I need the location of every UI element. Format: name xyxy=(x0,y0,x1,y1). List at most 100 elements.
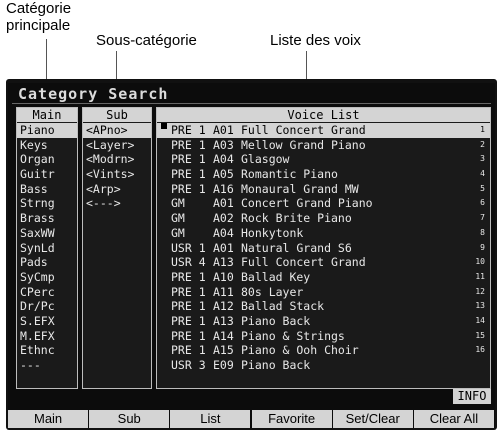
voice-index: 3 xyxy=(480,154,485,164)
function-key-favorite[interactable]: Favorite xyxy=(251,410,333,428)
voice-index: 5 xyxy=(480,183,485,193)
voice-name: Monaural Grand MW xyxy=(241,181,359,196)
voice-list-row[interactable]: GM A04 Honkytonk 8 xyxy=(157,226,490,241)
main-category-item[interactable]: Bass xyxy=(17,182,77,197)
voice-list-row[interactable]: GM A01 Concert Grand Piano 6 xyxy=(157,196,490,211)
voice-index: 15 xyxy=(475,330,485,340)
voice-index: 9 xyxy=(480,242,485,252)
voice-index: 2 xyxy=(480,139,485,149)
voice-index: 6 xyxy=(480,198,485,208)
voice-bank: PRE 1 xyxy=(171,328,206,343)
voice-list-row[interactable]: PRE 1 A03 Mellow Grand Piano 2 xyxy=(157,138,490,153)
voice-bank: GM xyxy=(171,196,185,211)
function-key-set-clear[interactable]: Set/Clear xyxy=(332,410,414,428)
voice-name: Concert Grand Piano xyxy=(241,196,373,211)
voice-list-row[interactable]: PRE 1 A14 Piano & Strings 15 xyxy=(157,329,490,344)
info-button[interactable]: INFO xyxy=(453,389,491,404)
voice-number: A13 xyxy=(213,313,234,328)
voice-bank: GM xyxy=(171,211,185,226)
main-category-list: Piano Keys Organ Guitr Bass Strng Brass SaxWW Sy… xyxy=(17,123,77,373)
voice-list-row[interactable]: PRE 1 A16 Monaural Grand MW 5 xyxy=(157,182,490,197)
voice-index: 4 xyxy=(480,169,485,179)
voice-number: A13 xyxy=(213,255,234,270)
voice-name: Piano Back xyxy=(241,358,311,372)
main-category-item[interactable]: M.EFX xyxy=(17,329,77,344)
voice-name: 80s Layer xyxy=(241,284,304,299)
function-key-main[interactable]: Main xyxy=(8,410,90,428)
voice-list-row[interactable]: PRE 1 A10 Ballad Key 11 xyxy=(157,270,490,285)
main-category-item[interactable]: Piano xyxy=(17,123,77,138)
voice-index: 7 xyxy=(480,213,485,223)
voice-list-row[interactable]: GM A02 Rock Brite Piano 7 xyxy=(157,211,490,226)
voice-list-row[interactable]: USR 3 E09 Piano Back xyxy=(157,358,490,373)
voice-list-row[interactable]: USR 1 A01 Natural Grand S6 9 xyxy=(157,241,490,256)
main-category-header: Main xyxy=(17,108,77,122)
sub-category-item[interactable]: <APno> xyxy=(83,123,151,138)
voice-number: A14 xyxy=(213,328,234,343)
main-category-item[interactable]: Guitr xyxy=(17,167,77,182)
voice-index: 1 xyxy=(480,125,485,134)
voice-name: Piano & Ooh Choir xyxy=(241,343,359,358)
voice-bank: USR 4 xyxy=(171,255,206,270)
voice-bank: PRE 1 xyxy=(171,152,206,167)
main-category-item[interactable]: SynLd xyxy=(17,241,77,256)
sub-category-item[interactable]: <---> xyxy=(83,196,151,211)
voice-index: 11 xyxy=(475,271,485,281)
voice-list-row[interactable]: PRE 1 A13 Piano Back 14 xyxy=(157,314,490,329)
voice-list-row[interactable]: USR 4 A13 Full Concert Grand 10 xyxy=(157,255,490,270)
voice-list-row[interactable]: PRE 1 A11 80s Layer 12 xyxy=(157,285,490,300)
instrument-screen: Category Search Main Piano Keys Organ Guitr… xyxy=(6,79,497,430)
main-category-item[interactable]: SaxWW xyxy=(17,226,77,241)
voice-bank: PRE 1 xyxy=(171,137,206,152)
sub-category-item[interactable]: <Vints> xyxy=(83,167,151,182)
main-category-item[interactable]: Keys xyxy=(17,138,77,153)
voice-list-row[interactable]: PRE 1 A04 Glasgow 3 xyxy=(157,152,490,167)
function-key-sub[interactable]: Sub xyxy=(89,410,171,428)
voice-index: 8 xyxy=(480,227,485,237)
voice-index: 13 xyxy=(475,301,485,311)
voice-bank: USR 3 xyxy=(171,358,206,372)
voice-bank: PRE 1 xyxy=(171,167,206,182)
main-category-item[interactable]: Organ xyxy=(17,152,77,167)
voice-number: A16 xyxy=(213,181,234,196)
main-category-item[interactable]: --- xyxy=(17,358,77,373)
voice-name: Piano Back xyxy=(241,313,311,328)
main-category-item[interactable]: S.EFX xyxy=(17,314,77,329)
voice-list-row[interactable]: PRE 1 A01 Full Concert Grand 1 xyxy=(157,123,490,138)
sub-category-panel[interactable]: Sub <APno> <Layer> <Modrn> <Vints> <Arp> <---… xyxy=(82,107,152,389)
voice-name: Mellow Grand Piano xyxy=(241,137,366,152)
voice-list-row[interactable]: PRE 1 A15 Piano & Ooh Choir 16 xyxy=(157,343,490,358)
voice-number: A01 xyxy=(213,123,234,137)
sub-category-list: <APno> <Layer> <Modrn> <Vints> <Arp> <---> xyxy=(83,123,151,211)
voice-bank: PRE 1 xyxy=(171,299,206,314)
callout-sub-category: Sous-catégorie xyxy=(96,32,197,49)
voice-name: Ballad Key xyxy=(241,269,311,284)
main-category-panel[interactable]: Main Piano Keys Organ Guitr Bass Strng Brass Sa… xyxy=(16,107,78,389)
voice-list-rows: PRE 1 A01 Full Concert Grand 1 PRE 1 A03 Mello… xyxy=(157,123,490,373)
main-category-item[interactable]: Dr/Pc xyxy=(17,299,77,314)
main-category-item[interactable]: CPerc xyxy=(17,285,77,300)
voice-index: 10 xyxy=(475,257,485,267)
voice-list-row[interactable]: PRE 1 A05 Romantic Piano 4 xyxy=(157,167,490,182)
main-category-item[interactable]: Pads xyxy=(17,255,77,270)
main-category-item[interactable]: Ethnc xyxy=(17,343,77,358)
function-key-clear-all[interactable]: Clear All xyxy=(413,410,495,428)
main-category-item[interactable]: Strng xyxy=(17,196,77,211)
sub-category-item[interactable]: <Layer> xyxy=(83,138,151,153)
voice-number: A01 xyxy=(213,196,234,211)
voice-index: 14 xyxy=(475,315,485,325)
voice-number: A01 xyxy=(213,240,234,255)
main-category-item[interactable]: SyCmp xyxy=(17,270,77,285)
callout-voice-list: Liste des voix xyxy=(270,32,361,49)
voice-number: A12 xyxy=(213,299,234,314)
sub-category-item[interactable]: <Modrn> xyxy=(83,152,151,167)
function-key-list[interactable]: List xyxy=(170,410,252,428)
voice-bank: PRE 1 xyxy=(171,343,206,358)
voice-list-row[interactable]: PRE 1 A12 Ballad Stack 13 xyxy=(157,299,490,314)
voice-list-panel[interactable]: Voice List PRE 1 A01 Full Concert Grand 1 PR… xyxy=(156,107,491,389)
voice-list-header: Voice List xyxy=(157,108,490,122)
voice-name: Natural Grand S6 xyxy=(241,240,352,255)
voice-bank: PRE 1 xyxy=(171,284,206,299)
main-category-item[interactable]: Brass xyxy=(17,211,77,226)
sub-category-item[interactable]: <Arp> xyxy=(83,182,151,197)
